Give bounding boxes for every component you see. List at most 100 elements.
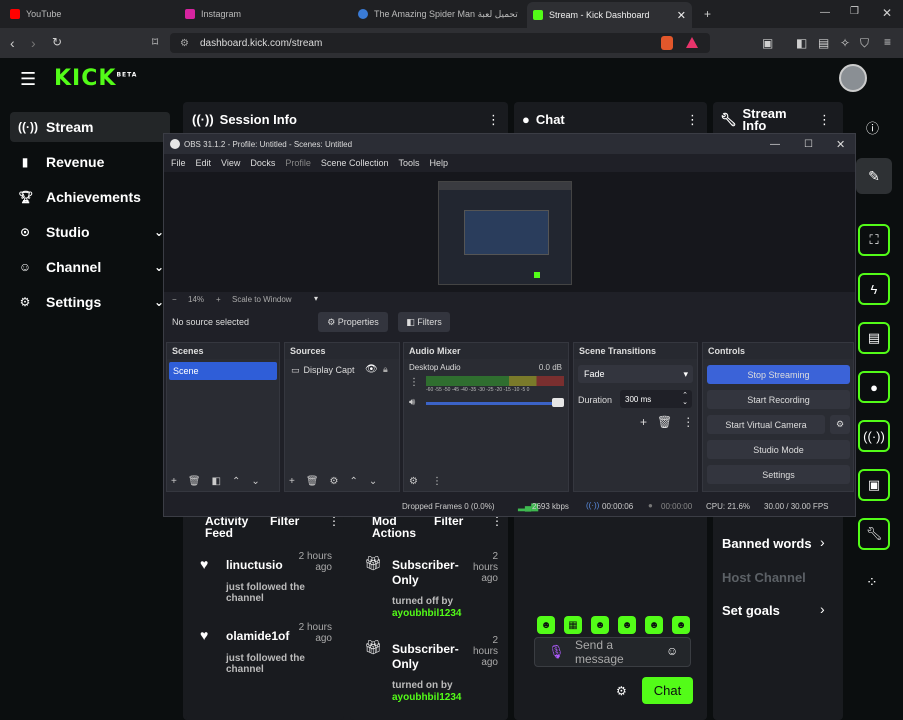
- more-icon[interactable]: ⋮: [686, 112, 699, 128]
- lightning-icon[interactable]: ϟ: [858, 273, 890, 305]
- emote-icon[interactable]: ☻: [537, 616, 555, 634]
- close-window-icon[interactable]: ✕: [882, 6, 892, 20]
- transition-select[interactable]: Fade ▾: [578, 365, 693, 383]
- trash-icon[interactable]: 🗑︎: [306, 476, 319, 487]
- gear-icon[interactable]: ⚙: [330, 476, 339, 487]
- reload-icon[interactable]: ↻: [52, 35, 62, 49]
- emote-icon[interactable]: ☻: [645, 616, 663, 634]
- filters-button[interactable]: ◧ Filters: [398, 312, 450, 332]
- tab-kick-dashboard[interactable]: Stream - Kick Dashboard ✕: [527, 2, 692, 28]
- trash-icon[interactable]: 🗑︎: [188, 476, 201, 487]
- minimize-icon[interactable]: —: [770, 139, 780, 150]
- screenshot-icon[interactable]: ▣: [762, 36, 773, 50]
- emote-icon[interactable]: ▦: [564, 616, 582, 634]
- scale-select[interactable]: Scale to Window: [232, 295, 292, 304]
- more-icon[interactable]: ⋮: [432, 476, 442, 487]
- minimize-icon[interactable]: —: [820, 7, 830, 18]
- menu-view[interactable]: View: [221, 158, 240, 168]
- forward-icon[interactable]: ›: [31, 35, 36, 51]
- chevron-down-icon[interactable]: ⌄: [369, 476, 377, 487]
- feed-user[interactable]: olamide1of: [226, 629, 289, 643]
- sidebar-item-achievements[interactable]: 🏆︎ Achievements: [10, 182, 170, 212]
- chevron-down-icon[interactable]: ▾: [314, 294, 318, 303]
- stepper-icon[interactable]: ⌃ ⌄: [682, 392, 688, 406]
- close-icon[interactable]: ✕: [836, 138, 845, 151]
- gear-icon[interactable]: ⚙: [409, 476, 418, 487]
- menu-tools[interactable]: Tools: [398, 158, 419, 168]
- zoom-out-icon[interactable]: −: [172, 295, 177, 304]
- layout-icon[interactable]: ▣: [858, 469, 890, 501]
- properties-button[interactable]: ⚙ Properties: [318, 312, 388, 332]
- sidebar-icon[interactable]: ◧: [796, 36, 807, 50]
- filter-icon[interactable]: ◧: [212, 476, 221, 487]
- tab-youtube[interactable]: YouTube: [10, 4, 61, 24]
- camera-focus-icon[interactable]: ⛶: [858, 224, 890, 256]
- back-icon[interactable]: ‹: [10, 35, 15, 51]
- lock-icon[interactable]: 🔒︎: [383, 364, 388, 375]
- menu-docks[interactable]: Docks: [250, 158, 275, 168]
- leo-icon[interactable]: ✧: [840, 36, 850, 50]
- emoji-icon[interactable]: ☺: [666, 644, 678, 658]
- more-icon[interactable]: ⋮: [409, 377, 419, 388]
- duration-input[interactable]: 300 ms ⌃ ⌄: [620, 390, 692, 408]
- add-icon[interactable]: +: [289, 476, 295, 487]
- gear-icon[interactable]: ⚙: [616, 684, 627, 698]
- sidebar-item-stream[interactable]: ((·)) Stream: [10, 112, 170, 142]
- url-field[interactable]: ⚙ dashboard.kick.com/stream: [170, 33, 710, 53]
- edit-icon[interactable]: ✎: [856, 158, 892, 194]
- chevron-up-icon[interactable]: ⌃: [232, 476, 240, 487]
- apps-icon[interactable]: ⁘: [866, 574, 878, 591]
- maximize-icon[interactable]: ☐: [804, 139, 813, 150]
- mod-user[interactable]: ayoubhbil1234: [392, 692, 461, 703]
- vpn-icon[interactable]: ⛉: [860, 36, 869, 51]
- add-icon[interactable]: +: [171, 476, 177, 487]
- menu-profile[interactable]: Profile: [285, 158, 311, 168]
- kick-logo[interactable]: KICKBETA: [54, 66, 137, 91]
- chevron-down-icon[interactable]: ⌄: [251, 476, 259, 487]
- chevron-up-icon[interactable]: ⌃: [350, 476, 358, 487]
- studio-mode-button[interactable]: Studio Mode: [707, 440, 850, 459]
- settings-button[interactable]: Settings: [707, 465, 850, 484]
- zoom-in-icon[interactable]: +: [216, 295, 221, 304]
- add-icon[interactable]: +: [640, 415, 647, 429]
- trash-icon[interactable]: 🗑︎: [657, 415, 672, 429]
- site-settings-icon[interactable]: ⚙: [180, 38, 189, 49]
- brave-shield-icon[interactable]: [661, 36, 673, 50]
- menu-file[interactable]: File: [171, 158, 186, 168]
- volume-slider[interactable]: [426, 402, 558, 405]
- chevron-right-icon[interactable]: ›: [820, 534, 825, 550]
- sidebar-item-settings[interactable]: ⚙ Settings ⌄: [10, 287, 170, 317]
- broadcast-icon[interactable]: ((·)): [858, 420, 890, 452]
- eye-icon[interactable]: 👁︎: [365, 364, 378, 375]
- emote-icon[interactable]: ☻: [618, 616, 636, 634]
- chat-send-button[interactable]: Chat: [642, 677, 693, 704]
- notes-icon[interactable]: ▤: [858, 322, 890, 354]
- emote-icon[interactable]: ☻: [591, 616, 609, 634]
- wallet-icon[interactable]: ▤: [818, 36, 829, 50]
- brave-rewards-icon[interactable]: [686, 37, 698, 48]
- mod-user[interactable]: ayoubhbil1234: [392, 608, 461, 619]
- hamburger-icon[interactable]: ☰: [20, 69, 36, 90]
- maximize-icon[interactable]: ❐: [850, 6, 859, 17]
- set-goals-link[interactable]: Set goals: [722, 603, 780, 618]
- tab-instagram[interactable]: Instagram: [185, 4, 241, 24]
- gear-icon[interactable]: ⚙: [830, 415, 850, 434]
- more-icon[interactable]: ⋮: [487, 112, 500, 128]
- avatar[interactable]: [839, 64, 867, 92]
- close-tab-icon[interactable]: ✕: [677, 9, 686, 22]
- info-icon[interactable]: ⓘ: [866, 118, 879, 137]
- more-icon[interactable]: ⋮: [682, 415, 694, 429]
- scene-list-item[interactable]: Scene: [169, 362, 277, 380]
- speaker-icon[interactable]: 🔊︎: [409, 397, 415, 408]
- banned-words-link[interactable]: Banned words: [722, 536, 812, 551]
- chat-icon[interactable]: ●: [858, 371, 890, 403]
- feed-user[interactable]: linuctusio: [226, 558, 283, 572]
- source-list-item[interactable]: ▭ Display Capt: [291, 365, 355, 376]
- menu-scene-collection[interactable]: Scene Collection: [321, 158, 389, 168]
- wrench-icon[interactable]: 🔧︎: [858, 518, 890, 550]
- tab-spiderman[interactable]: The Amazing Spider Man تحميل لعبة: [358, 4, 518, 24]
- emote-icon[interactable]: ☻: [672, 616, 690, 634]
- start-virtual-camera-button[interactable]: Start Virtual Camera: [707, 415, 825, 434]
- menu-help[interactable]: Help: [429, 158, 448, 168]
- sidebar-item-channel[interactable]: ☺ Channel ⌄: [10, 252, 170, 282]
